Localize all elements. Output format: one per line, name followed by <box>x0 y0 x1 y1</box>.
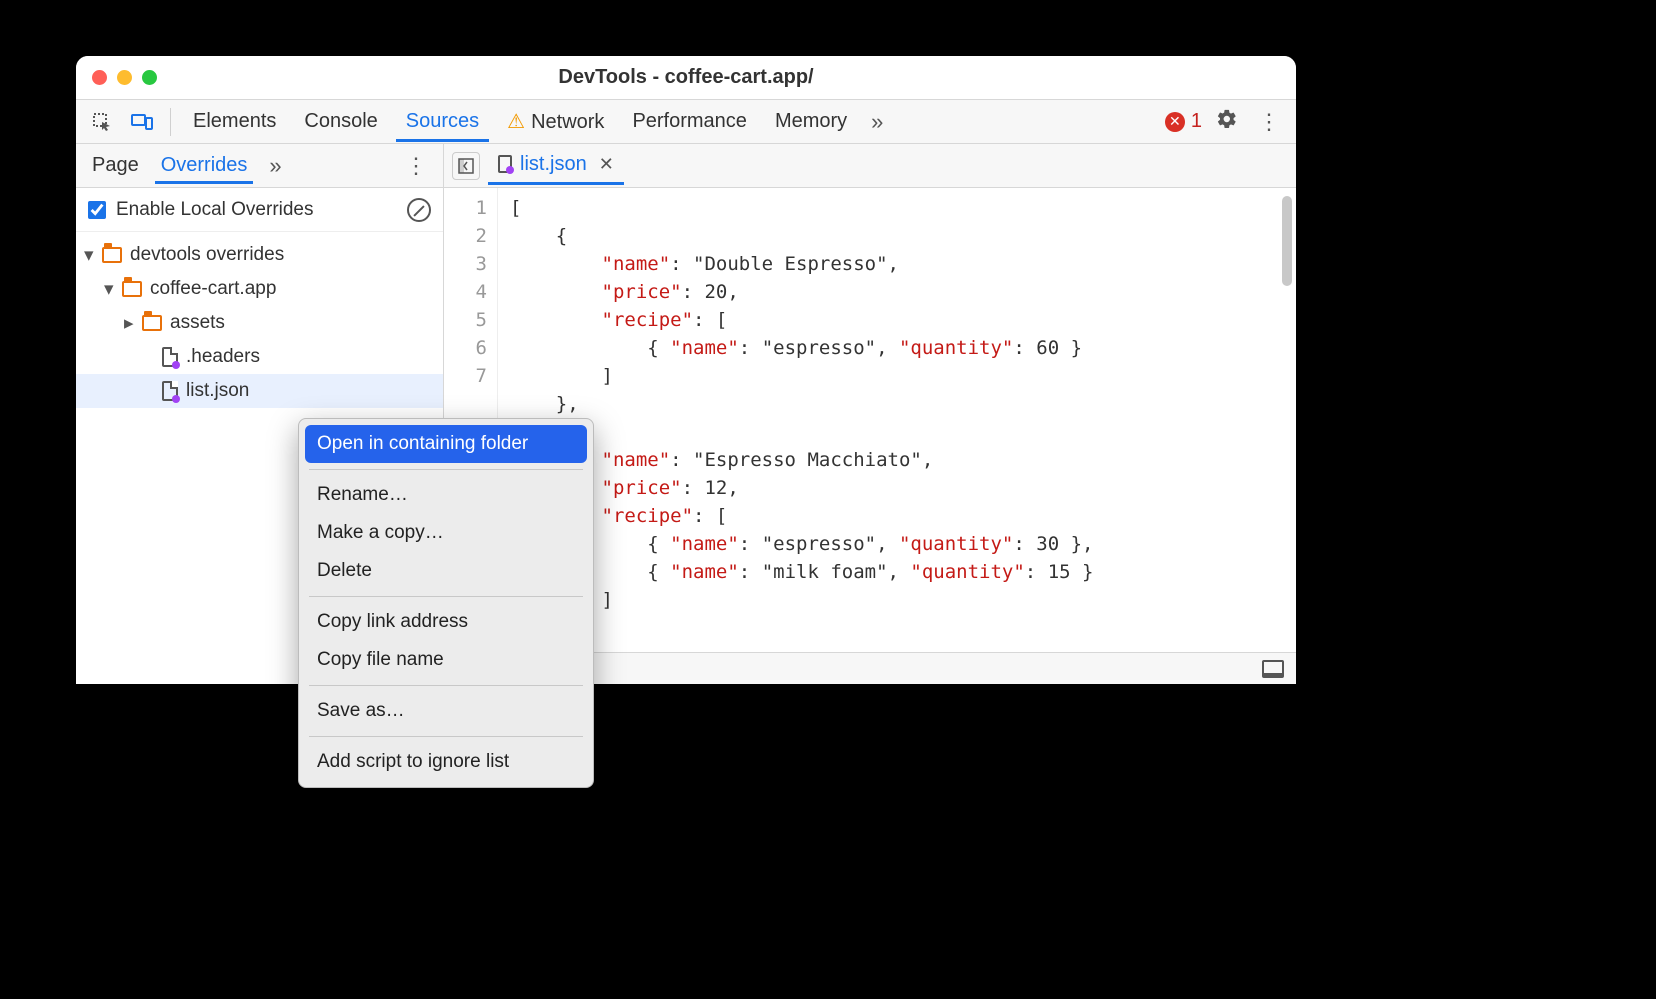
file-icon <box>498 155 512 173</box>
file-tree: ▾ devtools overrides ▾ coffee-cart.app ▸… <box>76 232 443 414</box>
menu-separator <box>309 736 583 737</box>
enable-overrides-label: Enable Local Overrides <box>116 199 314 221</box>
chevron-right-icon: ▸ <box>124 312 140 335</box>
tab-console[interactable]: Console <box>294 102 387 141</box>
folder-icon <box>102 247 122 263</box>
menu-separator <box>309 469 583 470</box>
tab-network[interactable]: Network <box>497 101 614 142</box>
tree-label: .headers <box>186 346 260 368</box>
menu-item[interactable]: Copy link address <box>305 603 587 641</box>
override-dot-icon <box>172 395 180 403</box>
editor-tab-label: list.json <box>520 153 587 176</box>
main-tabs: Elements Console Sources Network Perform… <box>76 100 1296 144</box>
chevron-down-icon: ▾ <box>84 244 100 267</box>
tree-root[interactable]: ▾ devtools overrides <box>76 238 443 272</box>
menu-item[interactable]: Copy file name <box>305 641 587 679</box>
tree-domain[interactable]: ▾ coffee-cart.app <box>76 272 443 306</box>
enable-overrides-checkbox[interactable] <box>88 201 106 219</box>
nav-more-menu-icon[interactable]: ⋮ <box>399 153 433 179</box>
tree-label: assets <box>170 312 225 334</box>
tab-sources[interactable]: Sources <box>396 102 489 142</box>
context-menu: Open in containing folder Rename…Make a c… <box>298 418 594 788</box>
device-toolbar-icon[interactable] <box>126 106 158 138</box>
tree-label: coffee-cart.app <box>150 278 276 300</box>
editor-tab-list-json[interactable]: list.json ✕ <box>488 147 624 185</box>
folder-icon <box>122 281 142 297</box>
error-count-badge[interactable]: ✕ 1 <box>1165 110 1202 133</box>
close-tab-icon[interactable]: ✕ <box>599 154 614 175</box>
nav-tab-overrides[interactable]: Overrides <box>155 148 254 184</box>
window-title: DevTools - coffee-cart.app/ <box>76 66 1296 89</box>
more-menu-icon[interactable]: ⋮ <box>1252 109 1286 135</box>
nav-more-tabs-icon[interactable]: » <box>263 153 287 179</box>
tree-file-headers[interactable]: .headers <box>76 340 443 374</box>
tree-folder-assets[interactable]: ▸ assets <box>76 306 443 340</box>
menu-separator <box>309 685 583 686</box>
chevron-down-icon: ▾ <box>104 278 120 301</box>
menu-item[interactable]: Open in containing folder <box>305 425 587 463</box>
file-icon <box>162 347 178 367</box>
tab-performance[interactable]: Performance <box>622 102 757 141</box>
menu-item[interactable]: Rename… <box>305 476 587 514</box>
scrollbar-thumb[interactable] <box>1282 196 1292 286</box>
tree-label: list.json <box>186 380 249 402</box>
editor-tabs: list.json ✕ <box>444 144 1296 188</box>
menu-item[interactable]: Make a copy… <box>305 514 587 552</box>
devtools-window: DevTools - coffee-cart.app/ Elements Con… <box>76 56 1296 684</box>
override-dot-icon <box>506 166 514 174</box>
divider <box>170 108 171 136</box>
file-icon <box>162 381 178 401</box>
sources-panel: Page Overrides » ⋮ Enable Local Override… <box>76 144 1296 684</box>
more-tabs-icon[interactable]: » <box>865 109 889 135</box>
override-dot-icon <box>172 361 180 369</box>
menu-item[interactable]: Add script to ignore list <box>305 743 587 781</box>
clear-overrides-icon[interactable] <box>407 198 431 222</box>
error-count: 1 <box>1191 110 1202 133</box>
navigator-tabs: Page Overrides » ⋮ <box>76 144 443 188</box>
inspect-icon[interactable] <box>86 106 118 138</box>
tab-memory[interactable]: Memory <box>765 102 857 141</box>
menu-item[interactable]: Save as… <box>305 692 587 730</box>
tab-elements[interactable]: Elements <box>183 102 286 141</box>
toggle-navigator-icon[interactable] <box>452 152 480 180</box>
settings-icon[interactable] <box>1210 108 1244 136</box>
error-icon: ✕ <box>1165 112 1185 132</box>
enable-overrides-row: Enable Local Overrides <box>76 188 443 232</box>
drawer-toggle-icon[interactable] <box>1262 660 1284 678</box>
nav-tab-page[interactable]: Page <box>86 148 145 183</box>
folder-icon <box>142 315 162 331</box>
titlebar: DevTools - coffee-cart.app/ <box>76 56 1296 100</box>
tree-label: devtools overrides <box>130 244 284 266</box>
menu-separator <box>309 596 583 597</box>
menu-item[interactable]: Delete <box>305 552 587 590</box>
tree-file-list-json[interactable]: list.json <box>76 374 443 408</box>
